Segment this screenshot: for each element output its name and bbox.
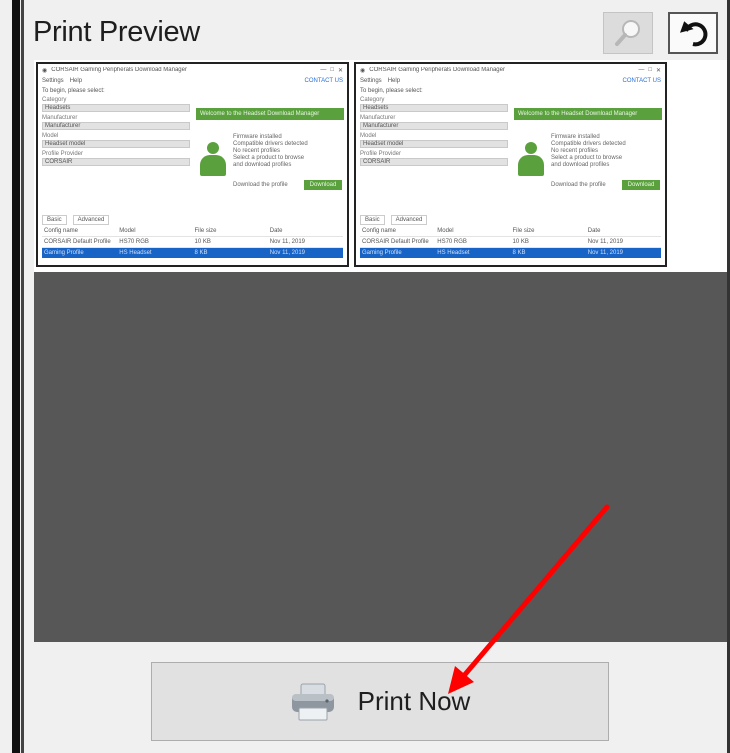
- window-title: CORSAIR Gaming Peripherals Download Mana…: [51, 67, 187, 73]
- undo-arrow-icon: [680, 21, 708, 47]
- welcome-banner: Welcome to the Headset Download Manager: [514, 108, 662, 120]
- maximize-icon: □: [648, 67, 652, 73]
- field-value: Headsets: [360, 104, 508, 112]
- table-header: Config name Model File size Date: [42, 226, 343, 237]
- table-row: CORSAIR Default Profile HS70 RGB 10 KB Nov …: [360, 237, 661, 248]
- minimize-icon: —: [320, 67, 327, 73]
- menu-settings: Settings: [360, 78, 382, 84]
- welcome-banner: Welcome to the Headset Download Manager: [196, 108, 344, 120]
- menu-contact: CONTACT US: [304, 78, 343, 84]
- info-text: Firmware installed Compatible drivers de…: [233, 134, 308, 168]
- printer-icon: [291, 683, 334, 720]
- field-value: Manufacturer: [360, 122, 508, 130]
- field-value: Headset model: [360, 140, 508, 148]
- table-row: CORSAIR Default Profile HS70 RGB 10 KB Nov …: [42, 237, 343, 248]
- table-row-selected: Gaming Profile HS Headset 8 KB Nov 11, 2019: [360, 248, 661, 258]
- app-icon: ◉: [42, 67, 48, 74]
- zoom-button[interactable]: [603, 12, 653, 54]
- tab-advanced: Advanced: [390, 215, 428, 225]
- menu-contact: CONTACT US: [622, 78, 661, 84]
- field-value: Manufacturer: [42, 122, 190, 130]
- app-icon: ◉: [360, 67, 366, 74]
- tab-basic: Basic: [360, 215, 385, 225]
- minimize-icon: —: [638, 67, 645, 73]
- preview-screenshot-right: ◉ CORSAIR Gaming Peripherals Download Ma…: [354, 62, 667, 267]
- menu-settings: Settings: [42, 78, 64, 84]
- download-note: Download the profile: [233, 182, 288, 188]
- table-header: Config name Model File size Date: [360, 226, 661, 237]
- close-icon: ✕: [337, 67, 343, 74]
- download-note: Download the profile: [551, 182, 606, 188]
- menu-help: Help: [69, 78, 83, 84]
- tab-advanced: Advanced: [72, 215, 110, 225]
- tab-basic: Basic: [42, 215, 67, 225]
- left-border-inner: [21, 0, 24, 753]
- maximize-icon: □: [330, 67, 334, 73]
- preview-area: ◉ CORSAIR Gaming Peripherals Download Ma…: [34, 60, 727, 642]
- table-row-selected: Gaming Profile HS Headset 8 KB Nov 11, 2019: [42, 248, 343, 258]
- preview-page: ◉ CORSAIR Gaming Peripherals Download Ma…: [34, 60, 727, 272]
- field-label: Category: [360, 97, 385, 103]
- config-table: Config name Model File size Date CORSAIR De…: [360, 226, 661, 258]
- menu-help: Help: [387, 78, 401, 84]
- print-now-button[interactable]: Print Now: [151, 662, 609, 741]
- left-border: [12, 0, 20, 753]
- print-now-label: Print Now: [357, 686, 471, 716]
- user-icon: [518, 142, 544, 176]
- magnifier-icon: [615, 20, 640, 46]
- prompt-text: To begin, please select:: [360, 88, 423, 94]
- prompt-text: To begin, please select:: [42, 88, 105, 94]
- field-value: Headset model: [42, 140, 190, 148]
- info-text: Firmware installed Compatible drivers de…: [551, 134, 626, 168]
- config-table: Config name Model File size Date CORSAIR De…: [42, 226, 343, 258]
- panel-title: Print Preview: [33, 16, 200, 48]
- field-value: CORSAIR: [360, 158, 508, 166]
- close-icon: ✕: [655, 67, 661, 74]
- download-button: Download: [304, 180, 342, 190]
- window-title: CORSAIR Gaming Peripherals Download Mana…: [369, 67, 505, 73]
- download-button: Download: [622, 180, 660, 190]
- field-label: Category: [42, 97, 67, 103]
- user-icon: [200, 142, 226, 176]
- undo-button[interactable]: [668, 12, 718, 54]
- preview-screenshot-left: ◉ CORSAIR Gaming Peripherals Download Ma…: [36, 62, 349, 267]
- field-value: Headsets: [42, 104, 190, 112]
- field-value: CORSAIR: [42, 158, 190, 166]
